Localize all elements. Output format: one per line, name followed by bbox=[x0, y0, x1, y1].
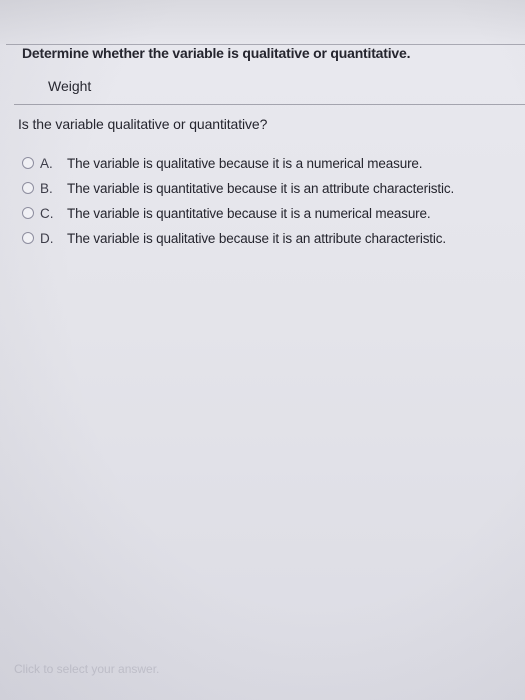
variable-name: Weight bbox=[48, 78, 92, 94]
question-prompt: Is the variable qualitative or quantitat… bbox=[18, 116, 268, 132]
option-b[interactable]: B. The variable is quantitative because … bbox=[22, 178, 522, 198]
option-text[interactable]: The variable is qualitative because it i… bbox=[67, 231, 446, 246]
option-a[interactable]: A. The variable is qualitative because i… bbox=[22, 153, 522, 173]
status-hint: Click to select your answer. bbox=[14, 662, 160, 676]
option-d[interactable]: D. The variable is qualitative because i… bbox=[22, 228, 522, 248]
top-strip bbox=[0, 0, 525, 44]
option-letter: B. bbox=[40, 180, 53, 196]
option-text[interactable]: The variable is quantitative because it … bbox=[67, 206, 431, 221]
radio-button-icon[interactable] bbox=[22, 207, 34, 219]
radio-button-icon[interactable] bbox=[22, 182, 34, 194]
answer-options: A. The variable is qualitative because i… bbox=[22, 153, 522, 253]
option-c[interactable]: C. The variable is quantitative because … bbox=[22, 203, 522, 223]
quiz-screen: Determine whether the variable is qualit… bbox=[0, 0, 525, 700]
option-text[interactable]: The variable is qualitative because it i… bbox=[67, 156, 423, 171]
divider bbox=[14, 104, 525, 105]
radio-button-icon[interactable] bbox=[22, 232, 34, 244]
option-text[interactable]: The variable is quantitative because it … bbox=[67, 181, 454, 196]
screen-vignette bbox=[0, 0, 525, 700]
question-instruction: Determine whether the variable is qualit… bbox=[22, 45, 411, 61]
radio-button-icon[interactable] bbox=[22, 157, 34, 169]
option-letter: A. bbox=[40, 155, 53, 171]
option-letter: C. bbox=[40, 205, 54, 221]
option-letter: D. bbox=[40, 230, 54, 246]
